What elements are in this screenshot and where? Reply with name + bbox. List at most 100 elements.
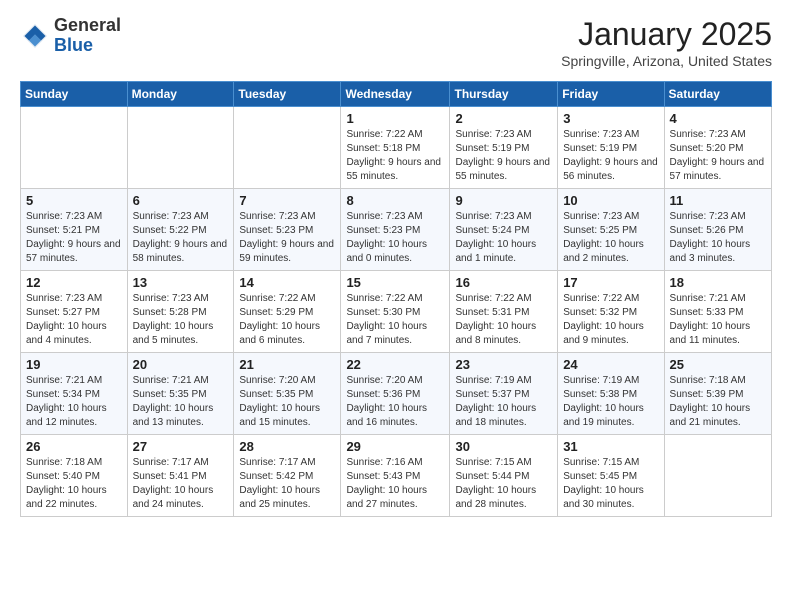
calendar-week-3: 19 Sunrise: 7:21 AM Sunset: 5:34 PM Dayli… [21,353,772,435]
day-number: 6 [133,193,229,208]
calendar-week-2: 12Sunrise: 7:23 AM Sunset: 5:27 PM Dayli… [21,271,772,353]
day-info: Sunrise: 7:21 AM Sunset: 5:33 PM Dayligh… [670,292,766,348]
day-info: Sunrise: 7:18 AM Sunset: 5:40 PM Dayligh… [26,456,122,512]
table-row: 29 Sunrise: 7:16 AM Sunset: 5:43 PM Dayli… [341,435,450,517]
table-row: 20Sunrise: 7:21 AM Sunset: 5:35 PM Dayli… [127,353,234,435]
table-row [234,107,341,189]
day-number: 17 [563,275,658,290]
day-number: 22 [346,357,444,372]
day-number: 21 [239,357,335,372]
day-number: 10 [563,193,658,208]
day-info: Sunrise: 7:22 AM Sunset: 5:30 PM Dayligh… [346,292,444,348]
title-block: January 2025 Springville, Arizona, Unite… [561,16,772,69]
calendar-table: Sunday Monday Tuesday Wednesday Thursday… [20,81,772,517]
day-number: 5 [26,193,122,208]
calendar-week-0: 1 Sunrise: 7:22 AM Sunset: 5:18 PM Daylig… [21,107,772,189]
col-tuesday: Tuesday [234,82,341,107]
table-row [21,107,128,189]
day-number: 15 [346,275,444,290]
day-info: Sunrise: 7:23 AM Sunset: 5:19 PM Dayligh… [455,128,552,184]
logo-icon [20,21,50,51]
day-number: 2 [455,111,552,126]
day-info: Sunrise: 7:22 AM Sunset: 5:32 PM Dayligh… [563,292,658,348]
header: General Blue January 2025 Springville, A… [20,16,772,69]
table-row: 19 Sunrise: 7:21 AM Sunset: 5:34 PM Dayli… [21,353,128,435]
day-number: 30 [455,439,552,454]
col-wednesday: Wednesday [341,82,450,107]
table-row: 18 Sunrise: 7:21 AM Sunset: 5:33 PM Dayli… [664,271,771,353]
page: General Blue January 2025 Springville, A… [0,0,792,612]
day-info: Sunrise: 7:17 AM Sunset: 5:41 PM Dayligh… [133,456,229,512]
day-info: Sunrise: 7:19 AM Sunset: 5:38 PM Dayligh… [563,374,658,430]
table-row: 3Sunrise: 7:23 AM Sunset: 5:19 PM Daylig… [558,107,664,189]
day-info: Sunrise: 7:23 AM Sunset: 5:24 PM Dayligh… [455,210,552,266]
table-row [127,107,234,189]
table-row: 16 Sunrise: 7:22 AM Sunset: 5:31 PM Dayli… [450,271,558,353]
day-info: Sunrise: 7:23 AM Sunset: 5:23 PM Dayligh… [239,210,335,266]
col-saturday: Saturday [664,82,771,107]
location: Springville, Arizona, United States [561,53,772,69]
day-info: Sunrise: 7:23 AM Sunset: 5:21 PM Dayligh… [26,210,122,266]
logo-blue-text: Blue [54,35,93,55]
day-info: Sunrise: 7:22 AM Sunset: 5:18 PM Dayligh… [346,128,444,184]
header-row: Sunday Monday Tuesday Wednesday Thursday… [21,82,772,107]
day-number: 13 [133,275,229,290]
table-row: 9 Sunrise: 7:23 AM Sunset: 5:24 PM Daylig… [450,189,558,271]
day-number: 8 [346,193,444,208]
day-info: Sunrise: 7:23 AM Sunset: 5:23 PM Dayligh… [346,210,444,266]
table-row: 1 Sunrise: 7:22 AM Sunset: 5:18 PM Daylig… [341,107,450,189]
day-number: 29 [346,439,444,454]
table-row: 5 Sunrise: 7:23 AM Sunset: 5:21 PM Daylig… [21,189,128,271]
table-row: 8 Sunrise: 7:23 AM Sunset: 5:23 PM Daylig… [341,189,450,271]
day-number: 9 [455,193,552,208]
day-info: Sunrise: 7:18 AM Sunset: 5:39 PM Dayligh… [670,374,766,430]
table-row: 7 Sunrise: 7:23 AM Sunset: 5:23 PM Daylig… [234,189,341,271]
logo: General Blue [20,16,121,56]
day-number: 18 [670,275,766,290]
day-number: 16 [455,275,552,290]
day-info: Sunrise: 7:23 AM Sunset: 5:28 PM Dayligh… [133,292,229,348]
day-info: Sunrise: 7:19 AM Sunset: 5:37 PM Dayligh… [455,374,552,430]
table-row: 23Sunrise: 7:19 AM Sunset: 5:37 PM Dayli… [450,353,558,435]
table-row: 22 Sunrise: 7:20 AM Sunset: 5:36 PM Dayli… [341,353,450,435]
day-number: 31 [563,439,658,454]
day-info: Sunrise: 7:23 AM Sunset: 5:25 PM Dayligh… [563,210,658,266]
logo-general-text: General [54,15,121,35]
day-info: Sunrise: 7:20 AM Sunset: 5:36 PM Dayligh… [346,374,444,430]
calendar-week-4: 26Sunrise: 7:18 AM Sunset: 5:40 PM Dayli… [21,435,772,517]
table-row: 27 Sunrise: 7:17 AM Sunset: 5:41 PM Dayli… [127,435,234,517]
day-number: 28 [239,439,335,454]
table-row: 26Sunrise: 7:18 AM Sunset: 5:40 PM Dayli… [21,435,128,517]
table-row: 10 Sunrise: 7:23 AM Sunset: 5:25 PM Dayli… [558,189,664,271]
day-number: 1 [346,111,444,126]
day-number: 11 [670,193,766,208]
day-info: Sunrise: 7:16 AM Sunset: 5:43 PM Dayligh… [346,456,444,512]
day-info: Sunrise: 7:21 AM Sunset: 5:35 PM Dayligh… [133,374,229,430]
col-thursday: Thursday [450,82,558,107]
day-info: Sunrise: 7:20 AM Sunset: 5:35 PM Dayligh… [239,374,335,430]
day-info: Sunrise: 7:22 AM Sunset: 5:31 PM Dayligh… [455,292,552,348]
table-row: 2 Sunrise: 7:23 AM Sunset: 5:19 PM Daylig… [450,107,558,189]
day-number: 4 [670,111,766,126]
day-number: 19 [26,357,122,372]
table-row: 17 Sunrise: 7:22 AM Sunset: 5:32 PM Dayli… [558,271,664,353]
day-number: 12 [26,275,122,290]
table-row [664,435,771,517]
day-info: Sunrise: 7:21 AM Sunset: 5:34 PM Dayligh… [26,374,122,430]
day-info: Sunrise: 7:23 AM Sunset: 5:22 PM Dayligh… [133,210,229,266]
day-number: 7 [239,193,335,208]
day-number: 3 [563,111,658,126]
col-friday: Friday [558,82,664,107]
table-row: 21 Sunrise: 7:20 AM Sunset: 5:35 PM Dayli… [234,353,341,435]
table-row: 31Sunrise: 7:15 AM Sunset: 5:45 PM Dayli… [558,435,664,517]
table-row: 13 Sunrise: 7:23 AM Sunset: 5:28 PM Dayli… [127,271,234,353]
day-info: Sunrise: 7:15 AM Sunset: 5:44 PM Dayligh… [455,456,552,512]
col-sunday: Sunday [21,82,128,107]
day-number: 25 [670,357,766,372]
table-row: 11Sunrise: 7:23 AM Sunset: 5:26 PM Dayli… [664,189,771,271]
day-number: 27 [133,439,229,454]
table-row: 6 Sunrise: 7:23 AM Sunset: 5:22 PM Daylig… [127,189,234,271]
table-row: 28Sunrise: 7:17 AM Sunset: 5:42 PM Dayli… [234,435,341,517]
table-row: 12Sunrise: 7:23 AM Sunset: 5:27 PM Dayli… [21,271,128,353]
table-row: 14Sunrise: 7:22 AM Sunset: 5:29 PM Dayli… [234,271,341,353]
